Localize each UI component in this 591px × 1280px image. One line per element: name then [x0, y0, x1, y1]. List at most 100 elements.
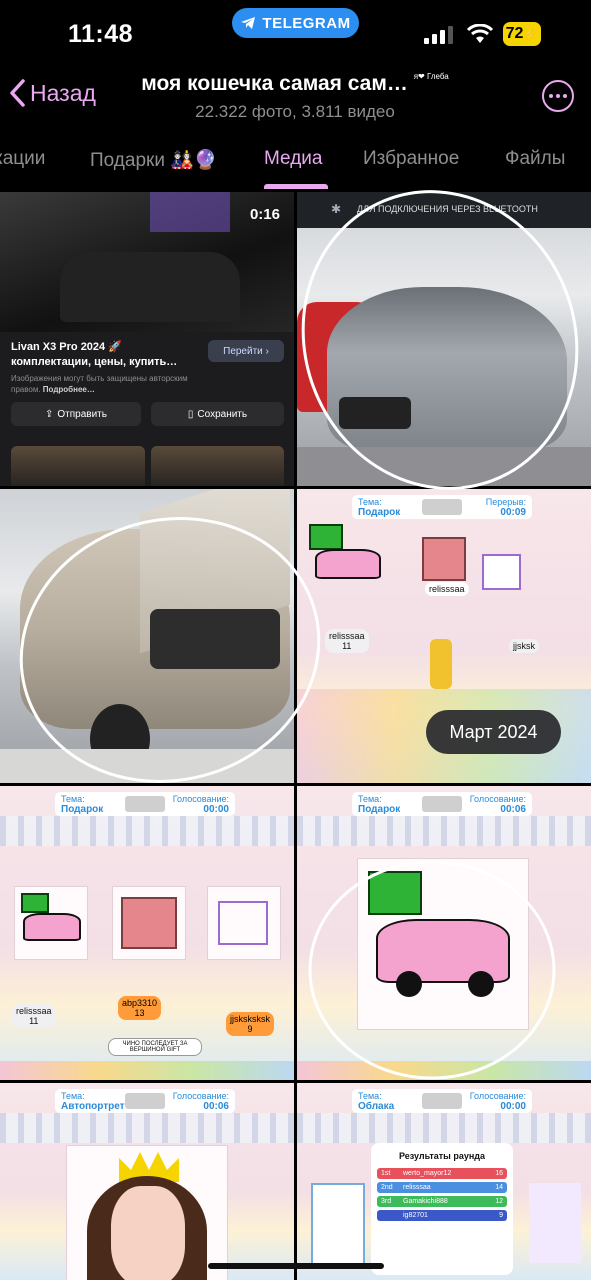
face-drawing — [218, 901, 268, 945]
ad-save-button: ▯ Сохранить — [151, 402, 284, 426]
player-name-tag: relisssaa 11 — [12, 1004, 56, 1028]
chat-title-area[interactable]: моя кошечка самая сам… я❤ Глеба 22.322 ф… — [130, 72, 460, 122]
game-top-bar: Тема: Автопортрет Голосование: 00:06 — [55, 1089, 235, 1113]
ad-thumbnail — [151, 446, 284, 486]
banner-text: ДЛЯ ПОДКЛЮЧЕНИЯ ЧЕРЕЗ BLUETOOTH — [357, 204, 538, 214]
bookmark-icon: ▯ — [187, 408, 194, 420]
face-drawing — [111, 1186, 185, 1280]
chat-title: моя кошечка самая сам… я❤ Глеба — [141, 72, 449, 95]
pink-car-drawing — [315, 549, 381, 579]
ad-thumbnail — [11, 446, 145, 486]
rainbow-floor — [297, 1061, 591, 1080]
floor — [0, 749, 294, 783]
chevron-left-icon — [10, 79, 25, 107]
share-icon: ⇪ — [45, 408, 54, 420]
media-item-photo[interactable]: Тема: Подарок Голосование: 00:06 — [297, 786, 591, 1080]
purple-patch — [150, 192, 230, 232]
media-item-photo[interactable] — [0, 489, 294, 783]
battery-indicator: 72 ⚡ — [503, 22, 541, 46]
avatar-figure — [430, 639, 452, 689]
result-row: 2nd relisssaa 14 — [377, 1182, 507, 1193]
car-grille — [339, 397, 411, 429]
seat-shape — [60, 252, 240, 322]
lock-icon — [422, 796, 462, 812]
date-pill: Март 2024 — [426, 710, 561, 754]
box-label: jjsksk — [509, 639, 539, 653]
return-to-telegram-pill[interactable]: TELEGRAM — [232, 8, 359, 38]
rainbow-floor — [0, 1061, 294, 1080]
result-row: 1st werto_mayor12 16 — [377, 1168, 507, 1179]
showroom-banner: ✱ ДЛЯ ПОДКЛЮЧЕНИЯ ЧЕРЕЗ BLUETOOTH — [297, 192, 591, 228]
results-title: Результаты раунда — [398, 1151, 486, 1161]
ad-screenshot: 0:16 Livan X3 Pro 2024 🚀 комплектации, ц… — [0, 192, 294, 486]
media-tabs: кации Подарки 🎎🔮 Медиа Избранное Файлы — [0, 140, 591, 192]
pink-car-drawing — [376, 919, 510, 983]
gift-box-drawing — [368, 871, 422, 915]
player-name-tag: relisssaa 11 — [325, 629, 369, 653]
drawing-card — [112, 886, 186, 960]
media-item-photo[interactable]: Тема: Автопортрет Голосование: 00:06 — [0, 1083, 294, 1280]
status-bar: 11:48 TELEGRAM 72 ⚡ — [0, 0, 591, 70]
result-row: 3rd Gamakichi888 12 — [377, 1196, 507, 1207]
battery-level: 72 — [505, 25, 524, 42]
media-count: 22.322 фото, 3.811 видео — [195, 102, 395, 121]
back-button[interactable]: Назад — [8, 78, 96, 108]
lock-icon — [422, 1093, 462, 1109]
tab-media[interactable]: Медиа — [264, 148, 322, 170]
tab-saved[interactable]: Избранное — [363, 148, 459, 170]
game-top-bar: Тема: Подарок Голосование: 00:06 — [352, 792, 532, 816]
drawing-card — [529, 1183, 581, 1263]
gift-box-drawing — [21, 893, 49, 913]
ad-send-button: ⇪ Отправить — [11, 402, 141, 426]
lock-icon — [422, 499, 462, 515]
player-name-tag: jjsksksksk 9 — [226, 1012, 274, 1036]
cellular-signal-icon — [424, 26, 453, 44]
round-results-panel: Результаты раунда 1st werto_mayor12 16 2nd… — [371, 1143, 513, 1275]
chat-header: Назад моя кошечка самая сам… я❤ Глеба 22… — [0, 70, 591, 130]
lock-icon — [125, 1093, 165, 1109]
telegram-icon — [241, 17, 256, 29]
drawing-card — [66, 1145, 228, 1280]
dot-icon — [563, 94, 567, 98]
face-drawing — [482, 554, 521, 590]
back-label: Назад — [30, 79, 96, 106]
ceiling-truss — [0, 1113, 294, 1143]
floor — [297, 447, 591, 486]
more-options-button[interactable] — [542, 80, 574, 112]
gift-drawing — [121, 897, 177, 949]
pink-car-drawing — [23, 913, 81, 941]
drawing-card — [357, 858, 529, 1030]
player-name-tag: abp3310 13 — [118, 996, 162, 1020]
media-item-photo[interactable]: Тема: Облака Голосование: 00:00 Результа… — [297, 1083, 591, 1280]
tab-gifts[interactable]: Подарки 🎎🔮 — [90, 148, 218, 172]
tab-links[interactable]: кации — [0, 148, 45, 170]
result-row: ig82701 9 — [377, 1210, 507, 1221]
ad-go-button: Перейти › — [208, 340, 284, 362]
pill-label: TELEGRAM — [262, 14, 351, 32]
drawing-card — [207, 886, 281, 960]
drawing-card — [14, 886, 88, 960]
ad-title: Livan X3 Pro 2024 🚀 комплектации, цены, … — [11, 341, 178, 368]
bluetooth-icon: ✱ — [331, 202, 342, 216]
sign-board: ЧИНО ПОСЛЕДУЕТ ЗА ВЕРШИНОЙ GIFT — [108, 1038, 202, 1056]
active-tab-indicator — [264, 184, 328, 189]
game-top-bar: Тема: Подарок Перерыв: 00:09 — [352, 495, 532, 519]
status-time: 11:48 — [68, 20, 134, 48]
wifi-icon — [466, 24, 494, 43]
video-duration: 0:16 — [249, 206, 280, 223]
engine-bay — [150, 609, 280, 669]
media-item-photo[interactable]: Тема: Подарок Голосование: 00:00 relisss… — [0, 786, 294, 1080]
dot-icon — [556, 94, 560, 98]
wheel — [468, 971, 494, 997]
wheel — [396, 971, 422, 997]
media-item-photo[interactable]: ✱ ДЛЯ ПОДКЛЮЧЕНИЯ ЧЕРЕЗ BLUETOOTH — [297, 192, 591, 486]
ad-note: Изображения могут быть защищены авторски… — [11, 374, 188, 394]
media-item-video[interactable]: 0:16 Livan X3 Pro 2024 🚀 комплектации, ц… — [0, 192, 294, 486]
title-badge: я❤ Глеба — [413, 72, 449, 81]
game-top-bar: Тема: Облака Голосование: 00:00 — [352, 1089, 532, 1113]
tab-files[interactable]: Файлы — [505, 148, 565, 170]
charging-icon: ⚡ — [523, 27, 539, 41]
lock-icon — [125, 796, 165, 812]
gift-caption: relisssaa — [425, 582, 469, 596]
dot-icon — [549, 94, 553, 98]
